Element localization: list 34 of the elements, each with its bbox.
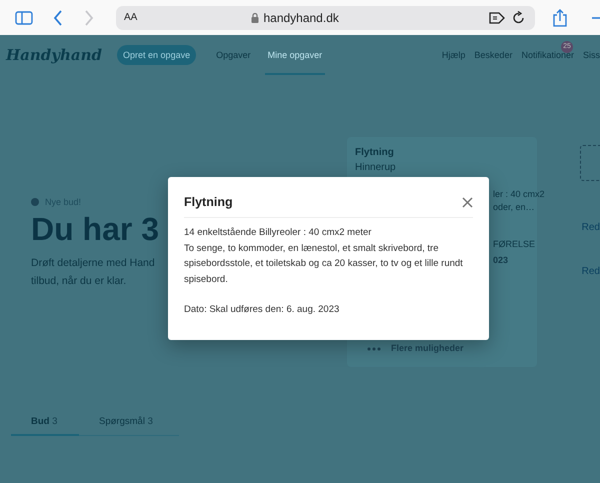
dialog-description: 14 enkeltstående Billyreoler : 40 cmx2 meter To senge, to kommoder, en lænestol, et smalt skrivebord, tre spisebordsstole, et toiletskab og ca 20 kasser, to tv og et lille rundt spisebord. [184, 226, 464, 286]
dialog-title: Flytning [184, 195, 233, 209]
text-size-button[interactable]: AA [124, 12, 138, 23]
edit-link[interactable]: Red [582, 222, 600, 233]
reader-icon[interactable] [489, 12, 506, 24]
edit-link[interactable]: Red [582, 266, 600, 277]
more-icon [367, 347, 381, 351]
task-description: ler : 40 cmx2 [493, 188, 545, 201]
nav-link[interactable]: Hjælp [442, 50, 466, 60]
logo[interactable]: Handyhand [6, 46, 102, 64]
nav-link[interactable]: Notifikationer [521, 50, 574, 60]
nav-link[interactable]: Mine opgaver [264, 35, 326, 75]
description-text: tilbud, når du er klar. [31, 274, 126, 289]
user-menu[interactable]: Siss [582, 50, 600, 60]
nav-link[interactable]: Opgaver [213, 35, 254, 75]
address-field[interactable]: AA handyhand.dk [116, 6, 536, 30]
status-dot [31, 198, 39, 206]
task-description: oder, en… [493, 201, 535, 214]
task-location: Hinnerup [355, 162, 397, 173]
task-title: Flytning [355, 147, 395, 158]
date-value: 023 [493, 254, 508, 267]
nav-link[interactable]: Beskeder [474, 50, 512, 60]
description-text: Drøft detaljerne med Hand [31, 256, 155, 271]
create-task-button[interactable]: Opret en opgave [117, 45, 196, 65]
reload-icon[interactable] [513, 11, 526, 24]
back-icon[interactable] [52, 10, 63, 26]
url-text: handyhand.dk [263, 10, 339, 24]
lock-icon [251, 12, 260, 22]
dialog-date: Dato: Skal udføres den: 6. aug. 2023 [184, 303, 340, 317]
share-icon[interactable] [553, 8, 568, 26]
close-icon[interactable] [462, 196, 473, 208]
sidebar-icon[interactable] [15, 10, 33, 24]
heading: Du har 3 [31, 211, 160, 248]
date-label: FØRELSE [493, 238, 536, 251]
